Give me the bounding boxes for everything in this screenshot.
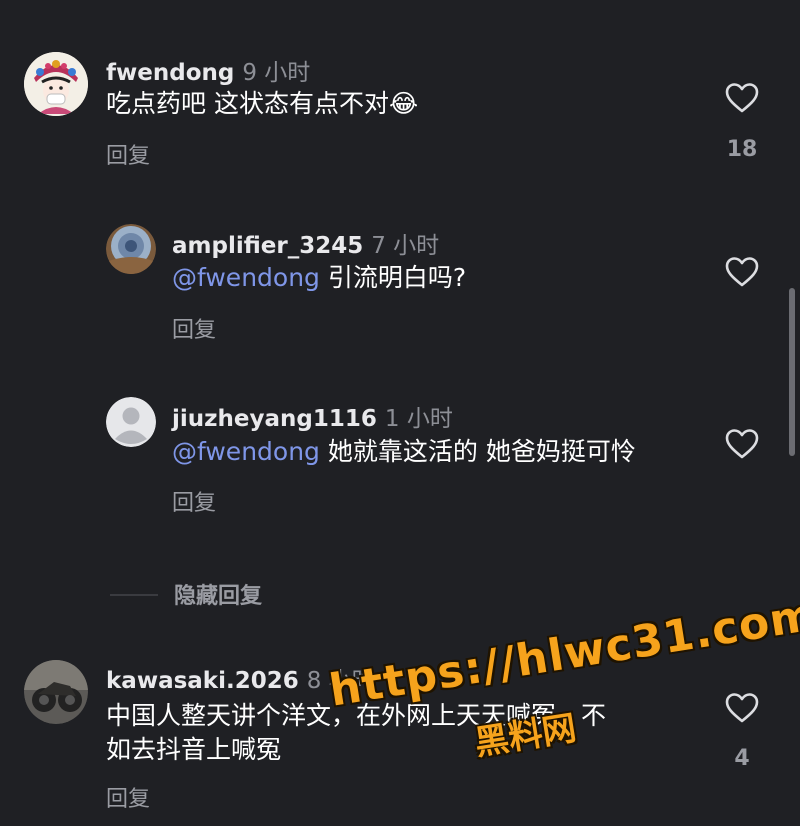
like-button[interactable] — [724, 692, 760, 724]
like-button[interactable] — [724, 82, 760, 114]
avatar[interactable] — [24, 660, 88, 724]
timestamp: 1 小时 — [384, 406, 453, 432]
like-count: 4 — [734, 746, 750, 771]
reply-button[interactable]: 回复 — [106, 781, 150, 813]
username[interactable]: jiuzheyang1116 — [172, 406, 377, 432]
reply-item: amplifier_3245 7 小时 @fwendong 引流明白吗? 回复 — [0, 180, 800, 352]
comment-text: @fwendong 她就靠这活的 她爸妈挺可怜 — [172, 434, 636, 469]
hide-replies-button[interactable]: 隐藏回复 — [174, 578, 262, 610]
heart-outline-icon — [725, 257, 759, 287]
heart-outline-icon — [725, 83, 759, 113]
like-button[interactable] — [724, 428, 760, 460]
reply-button[interactable]: 回复 — [106, 138, 150, 170]
avatar[interactable] — [106, 397, 156, 447]
heart-outline-icon — [725, 429, 759, 459]
comment-meta: amplifier_3245 7 小时 — [172, 226, 439, 260]
comment-meta: kawasaki.2026 8 小时 — [106, 661, 375, 695]
heart-outline-icon — [725, 693, 759, 723]
default-avatar-icon — [106, 397, 156, 447]
like-button[interactable] — [724, 256, 760, 288]
divider — [110, 594, 158, 596]
username[interactable]: fwendong — [106, 60, 234, 86]
comment-meta: jiuzheyang1116 1 小时 — [172, 399, 453, 433]
mention-link[interactable]: @fwendong — [172, 437, 320, 466]
reply-button[interactable]: 回复 — [172, 312, 216, 344]
comment-body: 引流明白吗? — [319, 263, 467, 292]
comment-text: @fwendong 引流明白吗? — [172, 260, 466, 295]
mention-link[interactable]: @fwendong — [172, 263, 320, 292]
comment-text-line-2: 如去抖音上喊冤 — [106, 735, 282, 764]
timestamp: 8 小时 — [306, 668, 375, 694]
like-count: 18 — [726, 137, 758, 162]
comment-text: 吃点药吧 这状态有点不对😂 — [106, 89, 419, 118]
comment-item: kawasaki.2026 8 小时 中国人整天讲个洋文，在外网上天天喊冤，不 如… — [0, 640, 800, 826]
scrollbar[interactable] — [789, 288, 795, 456]
timestamp: 9 小时 — [242, 60, 311, 86]
reply-button[interactable]: 回复 — [172, 485, 216, 517]
comment-item: fwendong 9 小时 吃点药吧 这状态有点不对😂 回复 18 — [0, 0, 800, 180]
avatar[interactable] — [24, 52, 88, 116]
username[interactable]: amplifier_3245 — [172, 233, 363, 259]
comment-body: 她就靠这活的 她爸妈挺可怜 — [319, 437, 636, 466]
reply-item: jiuzheyang1116 1 小时 @fwendong 她就靠这活的 她爸妈挺… — [0, 352, 800, 532]
comment-text-line-1: 中国人整天讲个洋文，在外网上天天喊冤，不 — [106, 701, 607, 730]
username[interactable]: kawasaki.2026 — [106, 668, 299, 694]
timestamp: 7 小时 — [371, 233, 440, 259]
comment-meta: fwendong 9 小时 — [106, 53, 310, 87]
avatar[interactable] — [106, 224, 156, 274]
